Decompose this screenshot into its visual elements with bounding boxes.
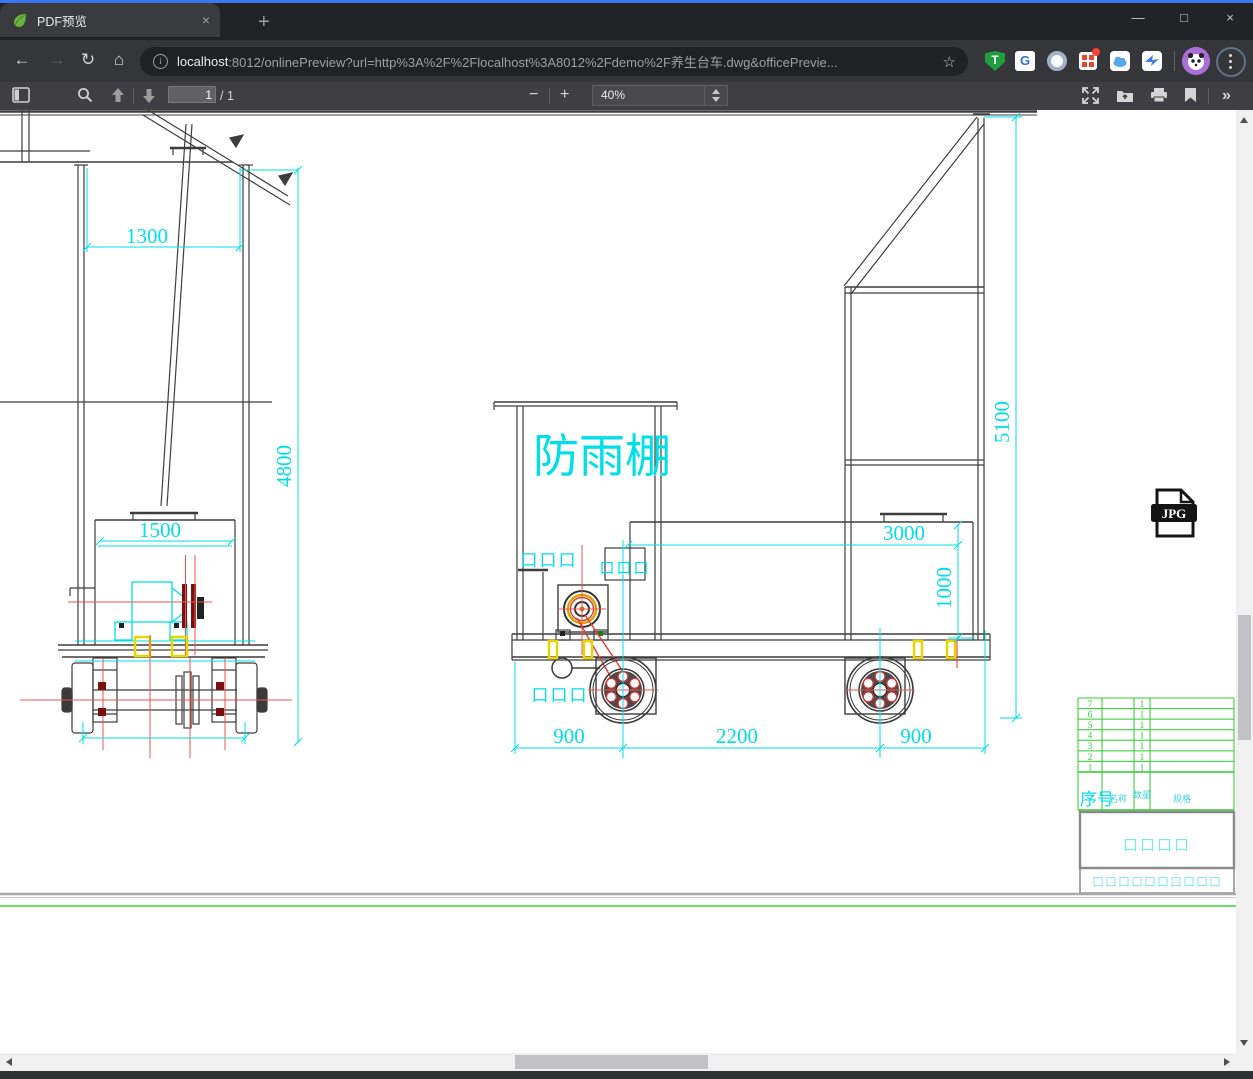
zoom-level-select[interactable]: 40% [592, 85, 728, 106]
side-view [493, 113, 991, 715]
scroll-down-arrow-icon[interactable] [1240, 1040, 1248, 1046]
row-no: 1 [1088, 762, 1093, 772]
row-no: 3 [1088, 741, 1093, 751]
row-no: 2 [1088, 752, 1093, 762]
back-button[interactable]: ← [10, 50, 34, 70]
dim-3000: 3000 [883, 521, 925, 545]
header-name: 名称 [1109, 793, 1127, 804]
row-no: 7 [1088, 699, 1093, 709]
ring-extension-icon[interactable] [1047, 51, 1067, 71]
page-info-icon[interactable]: i [153, 54, 168, 69]
window-bottom-edge [0, 1071, 1253, 1079]
dim-900-right: 900 [900, 724, 932, 748]
horizontal-scrollbar-thumb[interactable] [515, 1055, 708, 1069]
dim-5100: 5100 [990, 401, 1014, 443]
scrollbar-corner [1236, 1053, 1253, 1071]
row-qty: 1 [1140, 741, 1145, 751]
row-qty: 1 [1140, 699, 1145, 709]
translate-extension-icon[interactable]: G [1015, 51, 1035, 71]
zoom-out-button[interactable]: − [529, 86, 538, 104]
bookmark-icon[interactable] [1184, 87, 1197, 103]
pdf-page-canvas: 1300 4800 1500 防雨棚 3000 1000 900 2200 90… [0, 110, 1236, 1053]
browser-menu-button[interactable] [1216, 47, 1246, 77]
row-no: 4 [1088, 731, 1093, 741]
zoom-in-button[interactable]: + [560, 86, 569, 104]
row-qty: 1 [1140, 710, 1145, 720]
extension-notification-badge [1092, 48, 1100, 56]
window-maximize-button[interactable]: □ [1169, 10, 1199, 25]
select-arrows-icon [704, 86, 727, 105]
toolbar-separator [133, 88, 134, 104]
jpg-file-icon: JPG [1151, 488, 1197, 538]
title-block: 7 1 6 1 5 1 4 1 3 1 2 1 1 1 序号 名称 数量 规格 … [1077, 697, 1236, 894]
cad-drawing: 1300 4800 1500 防雨棚 3000 1000 900 2200 90… [0, 110, 1236, 907]
footer-placeholder: 口口口口口口口口口口 [1092, 875, 1222, 889]
front-view-motor [68, 545, 255, 662]
tab-close-icon[interactable]: × [202, 12, 210, 28]
row-qty: 1 [1140, 762, 1145, 772]
search-icon[interactable] [77, 87, 93, 103]
new-tab-button[interactable]: + [258, 12, 270, 32]
scroll-up-arrow-icon[interactable] [1240, 117, 1248, 123]
rail-clamps [547, 639, 957, 660]
window-close-button[interactable]: × [1215, 10, 1245, 25]
dim-1300: 1300 [126, 224, 168, 248]
home-button[interactable]: ⌂ [107, 50, 131, 70]
url-host: localhost [177, 54, 229, 69]
address-bar[interactable]: i localhost :8012/onlinePreview?url=http… [140, 47, 968, 76]
page-count-label: / 1 [220, 89, 234, 103]
header-qty: 数量 [1133, 789, 1151, 800]
bird-extension-icon[interactable] [1142, 51, 1162, 71]
previous-page-icon[interactable] [110, 87, 126, 104]
next-page-icon[interactable] [141, 87, 157, 104]
dim-900-left: 900 [553, 724, 585, 748]
more-tools-button[interactable]: » [1222, 87, 1231, 105]
placeholder-text-2: 口口口 [599, 561, 650, 577]
row-qty: 1 [1140, 731, 1145, 741]
placeholder-text-3: 口口口 [532, 686, 589, 705]
window-minimize-button[interactable]: — [1123, 10, 1153, 25]
scroll-left-arrow-icon[interactable] [6, 1058, 12, 1066]
leaf-favicon-icon [14, 14, 26, 27]
zoom-level-value: 40% [601, 88, 626, 102]
toolbar-separator [1174, 51, 1175, 71]
url-path: :8012/onlinePreview?url=http%3A%2F%2Floc… [228, 55, 838, 70]
bookmark-star-icon[interactable]: ☆ [943, 53, 956, 71]
row-qty: 1 [1140, 720, 1145, 730]
scroll-right-arrow-icon[interactable] [1224, 1058, 1230, 1066]
row-qty: 1 [1140, 752, 1145, 762]
side-view-wheels [588, 656, 915, 724]
toolbar-separator [1208, 88, 1209, 104]
dim-1000: 1000 [932, 567, 956, 609]
title-placeholder: 口口口口 [1123, 838, 1191, 854]
page-number-input[interactable] [168, 86, 216, 103]
profile-avatar[interactable] [1182, 47, 1210, 75]
reload-button[interactable]: ↻ [76, 50, 100, 70]
dim-1500: 1500 [139, 518, 181, 542]
row-no: 6 [1088, 710, 1093, 720]
open-file-icon[interactable] [1116, 87, 1134, 103]
tab-pdf-preview[interactable]: PDF预览 × [0, 3, 220, 37]
vertical-scrollbar[interactable] [1236, 110, 1253, 1053]
front-view [0, 110, 294, 734]
dim-4800: 4800 [272, 445, 296, 487]
vertical-scrollbar-thumb[interactable] [1238, 615, 1251, 740]
browser-tab-bar: PDF预览 × [0, 3, 1253, 40]
tab-title: PDF预览 [37, 14, 88, 29]
front-view-axle [20, 635, 292, 758]
sheet-border-lines [0, 892, 1236, 907]
print-icon[interactable] [1150, 87, 1168, 103]
jpg-icon-label: JPG [1162, 506, 1187, 521]
header-spec: 规格 [1173, 793, 1191, 804]
toolbar-separator [549, 88, 550, 104]
horizontal-scrollbar[interactable] [0, 1053, 1236, 1071]
forward-button[interactable]: → [45, 50, 69, 70]
dim-2200: 2200 [716, 724, 758, 748]
cloud-extension-icon[interactable] [1110, 51, 1130, 71]
placeholder-text-1: 口口口 [521, 551, 578, 570]
presentation-mode-icon[interactable] [1082, 87, 1099, 104]
canopy-label: 防雨棚 [533, 431, 671, 482]
row-no: 5 [1088, 720, 1093, 730]
sidebar-toggle-icon[interactable] [12, 87, 30, 103]
